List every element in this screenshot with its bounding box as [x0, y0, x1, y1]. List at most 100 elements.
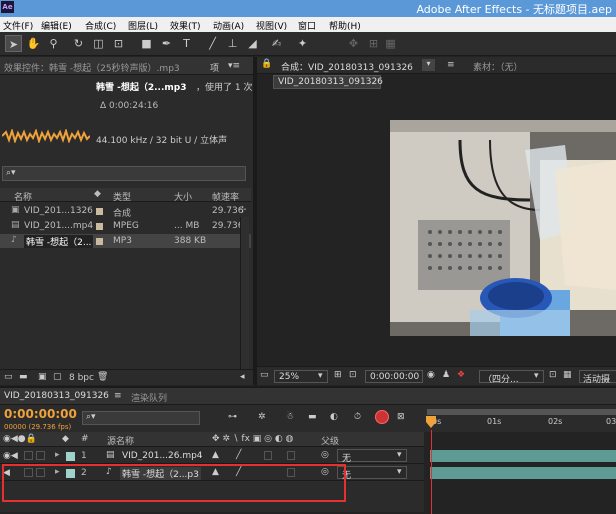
comp-panel-menu-icon[interactable]: ≡: [447, 60, 455, 70]
project-item-audio[interactable]: ♪ 韩雪 -想起（2... MP3 388 KB: [0, 234, 251, 248]
layer-label-swatch[interactable]: [66, 452, 75, 461]
parent-dropdown[interactable]: 无 ▾: [337, 466, 407, 481]
pickwhip-icon[interactable]: ◎: [321, 450, 329, 460]
transparency-grid-icon[interactable]: ▦: [563, 370, 572, 380]
zoom-tool-icon[interactable]: ⚲: [45, 35, 62, 52]
effects-tab[interactable]: 效果控件：韩雪 -想起（25秒铃声版）.mp3: [4, 61, 180, 74]
av-features-icon[interactable]: ◉◀●🔒: [3, 434, 37, 444]
label-column-icon[interactable]: ◆: [94, 189, 101, 199]
roto-brush-tool-icon[interactable]: ✍: [268, 35, 285, 52]
footage-tab[interactable]: 素材：（无）: [473, 60, 523, 73]
comp-viewer-image[interactable]: [390, 120, 616, 336]
layer-bar[interactable]: [430, 467, 616, 479]
region-of-interest-icon[interactable]: ⊡: [549, 370, 557, 380]
timeline-layer-row[interactable]: ◉◀ ▸ 1 ▤ VID_201...26.mp4 ▲ ╱ ◎ 无 ▾: [0, 448, 424, 464]
layer-bar[interactable]: [430, 450, 616, 462]
render-queue-tab[interactable]: 渲染队列: [131, 391, 167, 404]
axis-tool-icon[interactable]: ✥: [345, 35, 362, 52]
show-snapshot-icon[interactable]: ♟: [442, 370, 450, 380]
project-scrollbar[interactable]: [240, 217, 249, 385]
pan-behind-tool-icon[interactable]: ⊡: [110, 35, 127, 52]
resize-grip-icon[interactable]: ◂: [240, 372, 245, 382]
playhead-icon[interactable]: [424, 416, 438, 430]
current-time-indicator[interactable]: [431, 430, 432, 514]
menu-animation[interactable]: 动画(A): [213, 19, 244, 32]
comp-dropdown-icon[interactable]: ▾: [422, 59, 435, 71]
text-tool-icon[interactable]: T: [178, 35, 195, 52]
timeline-timecode[interactable]: 0:00:00:00: [4, 407, 77, 421]
axis-view-icon[interactable]: ▦: [382, 35, 399, 52]
label-swatch[interactable]: [96, 208, 103, 215]
collapse-switch-icon[interactable]: ▲: [212, 450, 219, 460]
hand-tool-icon[interactable]: ✋: [25, 35, 42, 52]
lock-icon[interactable]: 🔒: [261, 59, 272, 69]
rectangle-tool-icon[interactable]: ■: [138, 35, 155, 52]
draft-3d-icon[interactable]: ✲: [258, 412, 266, 422]
brainstorm-icon[interactable]: ⏱: [354, 412, 361, 422]
delete-icon[interactable]: 🗑: [97, 372, 108, 382]
comp-nav-tab[interactable]: VID_20180313_091326: [273, 75, 383, 89]
channel-icon[interactable]: ❖: [457, 370, 465, 380]
parent-header[interactable]: 父级: [321, 434, 339, 447]
safe-areas-icon[interactable]: ⊞: [334, 370, 342, 380]
fx-switch[interactable]: [264, 451, 272, 460]
label-column-icon[interactable]: ◆: [62, 434, 69, 444]
eraser-tool-icon[interactable]: ◢: [244, 35, 261, 52]
pen-tool-icon[interactable]: ✒: [158, 35, 175, 52]
color-depth-label[interactable]: 8 bpc: [69, 373, 94, 383]
magnification-dropdown[interactable]: 25% ▾: [274, 370, 328, 383]
menu-layer[interactable]: 图层(L): [128, 19, 158, 32]
frame-blending-icon[interactable]: ▬: [308, 412, 317, 422]
comp-mini-flowchart-icon[interactable]: ⊶: [228, 412, 237, 422]
graph-editor-toggle-icon[interactable]: ⊠: [397, 412, 405, 422]
quality-switch-icon[interactable]: ╱: [236, 450, 241, 460]
always-preview-icon[interactable]: ▭: [260, 370, 269, 380]
lock-toggle[interactable]: [36, 451, 45, 460]
time-ruler[interactable]: 0s 01s 02s 03s: [424, 406, 616, 430]
eye-icon[interactable]: ◉◀: [3, 451, 18, 461]
axis-world-icon[interactable]: ⊞: [365, 35, 382, 52]
camera-tool-icon[interactable]: ◫: [90, 35, 107, 52]
project-tab[interactable]: 项: [210, 61, 219, 74]
label-swatch[interactable]: [96, 223, 103, 230]
mask-visibility-icon[interactable]: ⊡: [349, 370, 357, 380]
switches-header-icon[interactable]: ✥ ✲ ∖ fx ▣ ◎ ◐ ◍: [212, 434, 293, 444]
work-area-bar[interactable]: [427, 409, 616, 415]
parent-dropdown[interactable]: 无 ▾: [337, 449, 407, 464]
column-name[interactable]: 名称: [14, 190, 32, 203]
menu-help[interactable]: 帮助(H): [329, 19, 361, 32]
project-item-comp[interactable]: ▣ VID_201...1326 合成 29.736: [0, 204, 251, 219]
flowchart-icon[interactable]: ⊹: [239, 205, 251, 217]
settings-icon[interactable]: ▢: [53, 372, 62, 382]
solo-toggle[interactable]: [24, 451, 33, 460]
column-fps[interactable]: 帧速率: [212, 190, 239, 203]
project-item-video[interactable]: ▤ VID_201....mp4 MPEG ... MB 29.736: [0, 219, 251, 233]
interpret-footage-icon[interactable]: ▭: [4, 372, 13, 382]
panel-menu-icon[interactable]: ▾≡: [228, 61, 240, 71]
current-time-field[interactable]: 0:00:00:00: [365, 370, 423, 383]
3d-switch[interactable]: [287, 451, 295, 460]
menu-composition[interactable]: 合成(C): [85, 19, 116, 32]
new-folder-icon[interactable]: ▬: [19, 372, 28, 382]
graph-editor-icon[interactable]: [375, 410, 389, 424]
menu-effect[interactable]: 效果(T): [170, 19, 201, 32]
timeline-tab-close-icon[interactable]: ≡: [114, 391, 122, 401]
puppet-tool-icon[interactable]: ✦: [294, 35, 311, 52]
selection-tool-icon[interactable]: ➤: [5, 35, 22, 52]
clone-stamp-tool-icon[interactable]: ⊥: [224, 35, 241, 52]
active-camera-dropdown[interactable]: 活动摄: [579, 370, 616, 385]
menu-view[interactable]: 视图(V): [256, 19, 287, 32]
motion-blur-icon[interactable]: ◐: [330, 412, 338, 422]
column-type[interactable]: 类型: [113, 190, 131, 203]
menu-edit[interactable]: 编辑(E): [41, 19, 72, 32]
snapshot-icon[interactable]: ◉: [427, 370, 435, 380]
timeline-tab[interactable]: VID_20180313_091326: [4, 391, 109, 401]
new-composition-icon[interactable]: ▣: [38, 372, 47, 382]
source-name-header[interactable]: 源名称: [107, 434, 134, 447]
resolution-dropdown[interactable]: （四分... ▾: [479, 370, 544, 385]
shy-layers-icon[interactable]: ☃: [286, 412, 294, 422]
brush-tool-icon[interactable]: ╱: [204, 35, 221, 52]
expand-twirl-icon[interactable]: ▸: [55, 450, 60, 460]
menu-file[interactable]: 文件(F): [3, 19, 33, 32]
label-swatch[interactable]: [96, 238, 103, 245]
